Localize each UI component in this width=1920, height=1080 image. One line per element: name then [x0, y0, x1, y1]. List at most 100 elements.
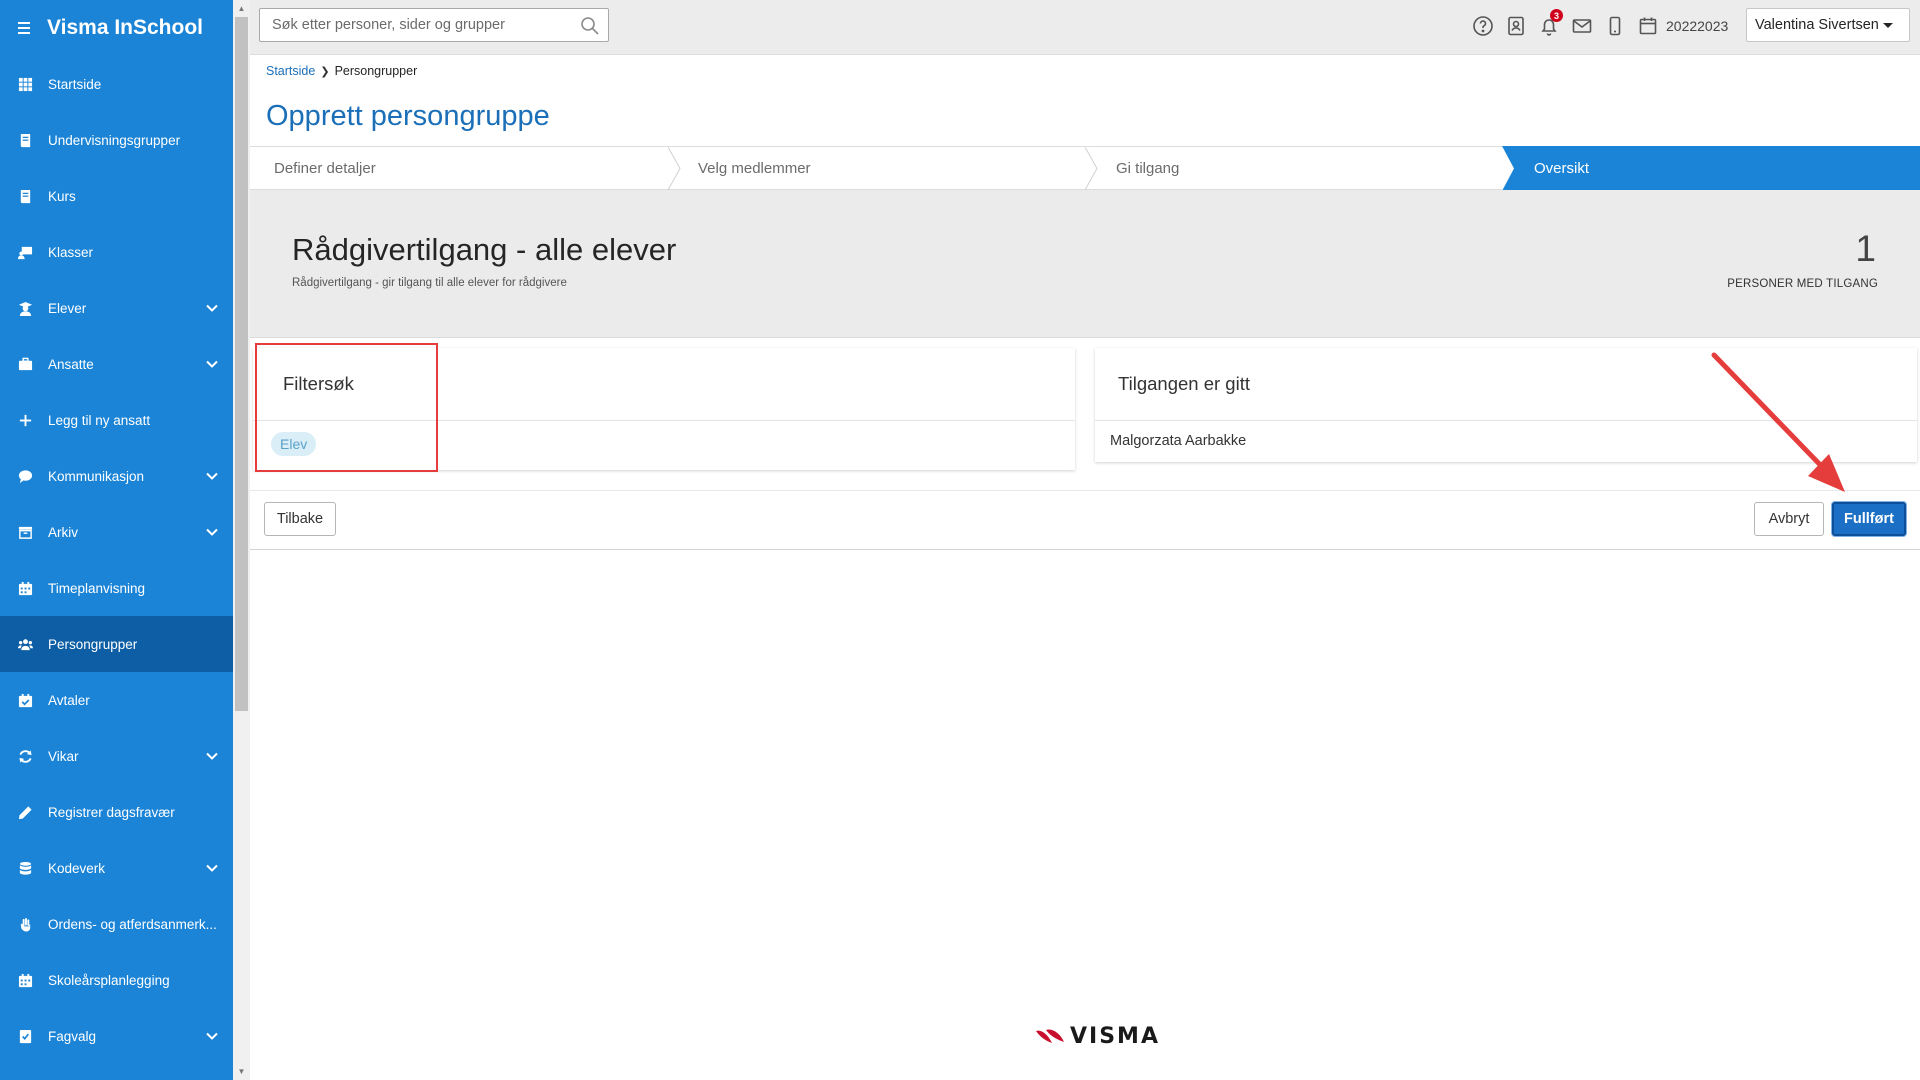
search-input[interactable]	[272, 17, 572, 33]
book-icon	[17, 188, 33, 204]
step-oversikt[interactable]: Oversikt	[1534, 147, 1589, 189]
sidebar-item-skoleårsplanlegging[interactable]: Skoleårsplanlegging	[0, 952, 233, 1008]
sidebar-item-avtaler[interactable]: Avtaler	[0, 672, 233, 728]
chevron-down-icon[interactable]	[205, 1029, 219, 1043]
back-button[interactable]: Tilbake	[264, 502, 336, 536]
topbar: 3 20222023 Valentina Sivertsen	[250, 0, 1920, 55]
step-divider	[1084, 146, 1099, 191]
sidebar-item-arkiv[interactable]: Arkiv	[0, 504, 233, 560]
group-title: Rådgivertilgang - alle elever	[292, 232, 677, 267]
sidebar-item-label: Legg til ny ansatt	[48, 412, 151, 428]
sidebar-item-elever[interactable]: Elever	[0, 280, 233, 336]
chevron-down-icon[interactable]	[205, 525, 219, 539]
breadcrumb: Startside ❯ Persongrupper	[266, 64, 417, 78]
footer-logo: VISMA	[1034, 1024, 1160, 1049]
step-label: Velg medlemmer	[698, 159, 811, 177]
sidebar-item-kurs[interactable]: Kurs	[0, 168, 233, 224]
users-icon	[17, 636, 33, 652]
sidebar-item-label: Avtaler	[48, 692, 90, 708]
archive-icon	[17, 524, 33, 540]
breadcrumb-home[interactable]: Startside	[266, 64, 315, 78]
sidebar-item-kodeverk[interactable]: Kodeverk	[0, 840, 233, 896]
scrollbar-thumb[interactable]	[235, 17, 248, 711]
chevron-down-icon[interactable]	[205, 861, 219, 875]
sidebar-item-label: Vikar	[48, 748, 79, 764]
sidebar-item-kommunikasjon[interactable]: Kommunikasjon	[0, 448, 233, 504]
cancel-button[interactable]: Avbryt	[1754, 502, 1824, 536]
scroll-down-icon[interactable]: ▼	[233, 1063, 250, 1080]
menu-icon[interactable]	[18, 22, 30, 34]
school-year[interactable]: 20222023	[1666, 18, 1728, 34]
calendar-check-icon	[17, 692, 33, 708]
sidebar-item-label: Timeplanvisning	[48, 580, 146, 596]
chevron-down-icon[interactable]	[205, 469, 219, 483]
calendar-icon	[17, 972, 33, 988]
group-summary: Rådgivertilgang - alle elever Rådgiverti…	[250, 190, 1920, 338]
sidebar-item-label: Fagvalg	[48, 1028, 97, 1044]
group-description: Rådgivertilgang - gir tilgang til alle e…	[292, 277, 567, 289]
search-icon[interactable]	[580, 16, 600, 36]
sidebar-item-label: Kommunikasjon	[48, 468, 145, 484]
sidebar-item-label: Undervisningsgrupper	[48, 132, 181, 148]
step-divider	[667, 146, 682, 191]
footer-brand: VISMA	[1070, 1024, 1160, 1049]
chevron-down-icon[interactable]	[205, 749, 219, 763]
pencil-icon	[17, 804, 33, 820]
sidebar: Visma InSchool Startside Undervisningsgru…	[0, 0, 233, 1080]
page-title: Opprett persongruppe	[266, 100, 550, 132]
bell-icon[interactable]: 3	[1537, 9, 1563, 39]
refresh-icon	[17, 748, 33, 764]
app-title: Visma InSchool	[47, 16, 203, 39]
scroll-up-icon[interactable]: ▲	[233, 0, 250, 17]
sidebar-item-label: Registrer dagsfravær	[48, 804, 175, 820]
chevron-down-icon[interactable]	[205, 301, 219, 315]
book-icon	[17, 132, 33, 148]
sidebar-item-ordens-og-atferdsanmerk[interactable]: Ordens- og atferdsanmerk...	[0, 896, 233, 952]
database-icon	[17, 860, 33, 876]
contact-card-icon[interactable]	[1504, 13, 1528, 39]
sidebar-item-label: Arkiv	[48, 524, 78, 540]
access-count: 1	[1855, 228, 1876, 269]
search-box[interactable]	[259, 8, 609, 42]
sidebar-scrollbar[interactable]: ▲ ▼	[233, 0, 250, 1080]
sidebar-item-klasser[interactable]: Klasser	[0, 224, 233, 280]
help-icon[interactable]	[1471, 13, 1495, 39]
sidebar-item-vikar[interactable]: Vikar	[0, 728, 233, 784]
step-velg-medlemmer[interactable]: Velg medlemmer	[698, 147, 811, 189]
hand-icon	[17, 916, 33, 932]
chevron-right-icon: ❯	[320, 65, 330, 78]
access-count-label: PERSONER MED TILGANG	[1727, 278, 1878, 290]
sidebar-item-label: Ansatte	[48, 356, 94, 372]
sidebar-item-label: Elever	[48, 300, 87, 316]
sidebar-item-label: Kurs	[48, 188, 76, 204]
chevron-down-icon[interactable]	[205, 357, 219, 371]
app-brand[interactable]: Visma InSchool	[0, 0, 233, 56]
topbar-icons: 3 20222023	[1471, 9, 1728, 39]
sidebar-item-persongrupper[interactable]: Persongrupper	[0, 616, 233, 672]
annotation-highlight-box	[255, 343, 438, 472]
sidebar-item-registrer-dagsfravær[interactable]: Registrer dagsfravær	[0, 784, 233, 840]
chat-icon	[17, 468, 33, 484]
sidebar-item-startside[interactable]: Startside	[0, 56, 233, 112]
sidebar-item-label: Skoleårsplanlegging	[48, 972, 170, 988]
step-label: Gi tilgang	[1116, 159, 1180, 177]
plus-icon	[17, 412, 33, 428]
sidebar-item-label: Ordens- og atferdsanmerk...	[48, 916, 217, 932]
finish-button[interactable]: Fullført	[1832, 502, 1906, 536]
visma-logo-icon	[1036, 1029, 1064, 1043]
step-definer-detaljer[interactable]: Definer detaljer	[274, 147, 376, 189]
mail-icon[interactable]	[1570, 13, 1594, 39]
calendar-icon[interactable]	[1636, 13, 1660, 39]
sidebar-item-label: Klasser	[48, 244, 94, 260]
sidebar-item-undervisningsgrupper[interactable]: Undervisningsgrupper	[0, 112, 233, 168]
step-label: Oversikt	[1534, 159, 1590, 177]
sidebar-item-legg-til-ny-ansatt[interactable]: Legg til ny ansatt	[0, 392, 233, 448]
step-gi-tilgang[interactable]: Gi tilgang	[1116, 147, 1179, 189]
student-icon	[17, 300, 33, 316]
sidebar-item-timeplanvisning[interactable]: Timeplanvisning	[0, 560, 233, 616]
user-menu-button[interactable]: Valentina Sivertsen	[1746, 8, 1910, 42]
sidebar-item-ansatte[interactable]: Ansatte	[0, 336, 233, 392]
mobile-icon[interactable]	[1603, 13, 1627, 39]
sidebar-item-fagvalg[interactable]: Fagvalg	[0, 1008, 233, 1064]
user-name: Valentina Sivertsen	[1755, 17, 1879, 33]
